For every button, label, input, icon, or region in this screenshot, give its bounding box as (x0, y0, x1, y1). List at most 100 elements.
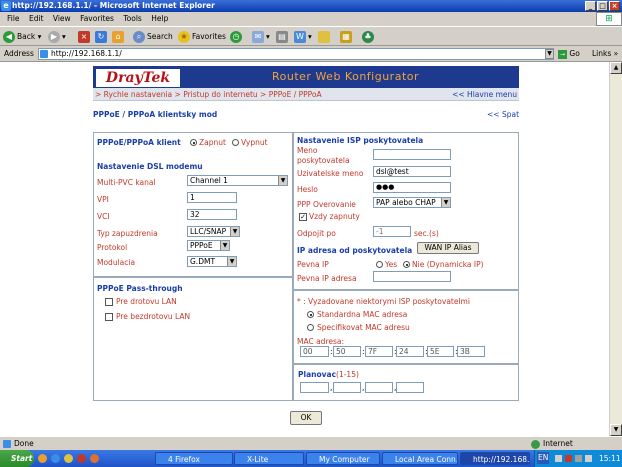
auth-select[interactable]: PAP alebo CHAP ▼ (373, 197, 451, 208)
mail-icon: ✉ (252, 31, 264, 43)
ip-section-title: IP adresa od poskytovatela (297, 246, 413, 255)
address-dropdown-icon[interactable]: ▼ (545, 49, 554, 59)
mac-note: * : Vyzadovane niektorymi ISP poskytovat… (297, 297, 470, 306)
quicklaunch-icon[interactable] (77, 454, 86, 463)
schedule-input-2[interactable] (333, 382, 361, 393)
ok-button[interactable]: OK (290, 411, 322, 425)
close-button[interactable]: × (609, 1, 620, 11)
chevron-down-icon: ▼ (278, 176, 287, 185)
search-button[interactable]: ⌕ Search (133, 30, 173, 44)
menu-view[interactable]: View (53, 14, 71, 23)
encap-select[interactable]: LLC/SNAP ▼ (187, 226, 240, 237)
favorites-button[interactable]: ★ Favorites (178, 30, 226, 44)
scroll-up-icon[interactable]: ▲ (610, 62, 622, 74)
password-input[interactable]: ●●● (373, 182, 451, 193)
mac-custom-radio[interactable] (307, 324, 314, 331)
mac-octet-1[interactable]: 00 (300, 346, 329, 357)
always-on-checkbox[interactable]: ✓ (299, 213, 307, 221)
idle-timeout-input[interactable]: -1 (373, 226, 411, 237)
schedule-input-4[interactable] (396, 382, 424, 393)
chevron-down-icon: ▼ (230, 227, 239, 236)
protocol-label: Protokol (97, 243, 128, 252)
forward-button[interactable]: ▶ ▾ (48, 30, 66, 44)
main-menu-link[interactable]: << Hlavne menu (452, 88, 517, 101)
idle-timeout-label: Odpojit po (297, 229, 336, 238)
start-button[interactable]: Start (0, 450, 34, 467)
links-button[interactable]: Links » (592, 48, 618, 60)
fixed-ip-no-radio[interactable] (403, 261, 410, 268)
quicklaunch-icon[interactable] (64, 454, 73, 463)
research-button[interactable]: ♣ (362, 30, 376, 44)
tray-icon[interactable] (565, 455, 572, 462)
vpi-input[interactable]: 1 (187, 192, 237, 203)
clock: 15:11 (599, 454, 621, 463)
print-button[interactable]: ▤ (276, 30, 290, 44)
language-indicator[interactable]: EN (537, 452, 550, 464)
scroll-down-icon[interactable]: ▼ (610, 424, 622, 436)
menu-tools[interactable]: Tools (123, 14, 141, 23)
firefox-quicklaunch-icon[interactable] (90, 454, 99, 463)
task-local-area[interactable]: Local Area Conn... (382, 452, 458, 465)
wireless-lan-checkbox[interactable] (105, 313, 113, 321)
task-firefox[interactable]: 4 Firefox (155, 452, 233, 465)
go-button[interactable]: → Go (558, 48, 580, 60)
mac-octet-6[interactable]: 3B (457, 346, 485, 357)
security-zone: Internet (543, 439, 573, 448)
mac-octet-4[interactable]: 24 (396, 346, 424, 357)
messenger-button[interactable]: ▦ (340, 30, 354, 44)
page-done-icon (3, 440, 11, 448)
back-link[interactable]: << Spat (487, 110, 519, 119)
task-xlite[interactable]: X-Lite (234, 452, 304, 465)
address-input[interactable]: http://192.168.1.1/ (38, 48, 554, 60)
protocol-select[interactable]: PPPoE ▼ (187, 240, 230, 251)
address-label: Address (4, 49, 34, 58)
multi-pvc-select[interactable]: Channel 1 ▼ (187, 175, 288, 186)
schedule-input-3[interactable] (365, 382, 393, 393)
username-input[interactable]: dsl@test (373, 166, 451, 177)
fixed-ip-address-input[interactable] (373, 271, 451, 282)
mac-octet-5[interactable]: 5E (427, 346, 454, 357)
vertical-scrollbar[interactable]: ▲ ▼ (610, 62, 622, 436)
stop-button[interactable]: × (78, 30, 92, 44)
discuss-button[interactable] (318, 30, 332, 44)
fixed-ip-yes-label: Yes (385, 260, 398, 269)
menu-help[interactable]: Help (151, 14, 168, 23)
provider-name-input[interactable] (373, 149, 451, 160)
client-on-radio[interactable] (190, 139, 197, 146)
menu-favorites[interactable]: Favorites (80, 14, 114, 23)
task-ie[interactable]: http://192.168... (460, 452, 530, 465)
ie-quicklaunch-icon[interactable] (51, 454, 60, 463)
refresh-button[interactable]: ↻ (95, 30, 109, 44)
client-off-radio[interactable] (232, 139, 239, 146)
mac-octet-2[interactable]: 50 (333, 346, 361, 357)
edit-button[interactable]: W ▾ (294, 30, 312, 44)
tray-icon[interactable] (555, 455, 562, 462)
browser-toolbar: ◀ Back ▾ ▶ ▾ × ↻ ⌂ ⌕ Search ★ Favorites ◷ ✉ ▾… (0, 26, 622, 46)
home-icon: ⌂ (112, 31, 124, 43)
mac-octet-3[interactable]: 7F (365, 346, 393, 357)
back-button[interactable]: ◀ Back ▾ (3, 30, 41, 44)
mac-standard-radio[interactable] (307, 311, 314, 318)
task-my-computer[interactable]: My Computer (306, 452, 380, 465)
vci-input[interactable]: 32 (187, 209, 237, 220)
window-title-bar: e http://192.168.1.1/ - Microsoft Intern… (0, 0, 622, 12)
minimize-button[interactable]: _ (585, 1, 596, 11)
maximize-button[interactable]: □ (597, 1, 608, 11)
menu-edit[interactable]: Edit (29, 14, 44, 23)
menu-file[interactable]: File (7, 14, 20, 23)
wired-lan-checkbox[interactable] (105, 298, 113, 306)
volume-icon[interactable] (585, 455, 592, 462)
fixed-ip-no-label: Nie (Dynamicka IP) (412, 260, 484, 269)
fixed-ip-yes-radio[interactable] (376, 261, 383, 268)
fixed-ip-label: Pevna IP (297, 260, 329, 269)
tray-icon[interactable] (575, 455, 582, 462)
home-button[interactable]: ⌂ (112, 30, 126, 44)
mail-button[interactable]: ✉ ▾ (252, 30, 270, 44)
mac-custom-label: Specifikovat MAC adresu (317, 323, 410, 332)
wan-ip-alias-button[interactable]: WAN IP Alias (417, 242, 479, 254)
history-button[interactable]: ◷ (230, 30, 244, 44)
dsl-section-title: Nastavenie DSL modemu (97, 162, 203, 171)
quicklaunch-icon[interactable] (38, 454, 47, 463)
schedule-input-1[interactable] (300, 382, 329, 393)
modulation-select[interactable]: G.DMT ▼ (187, 256, 237, 267)
